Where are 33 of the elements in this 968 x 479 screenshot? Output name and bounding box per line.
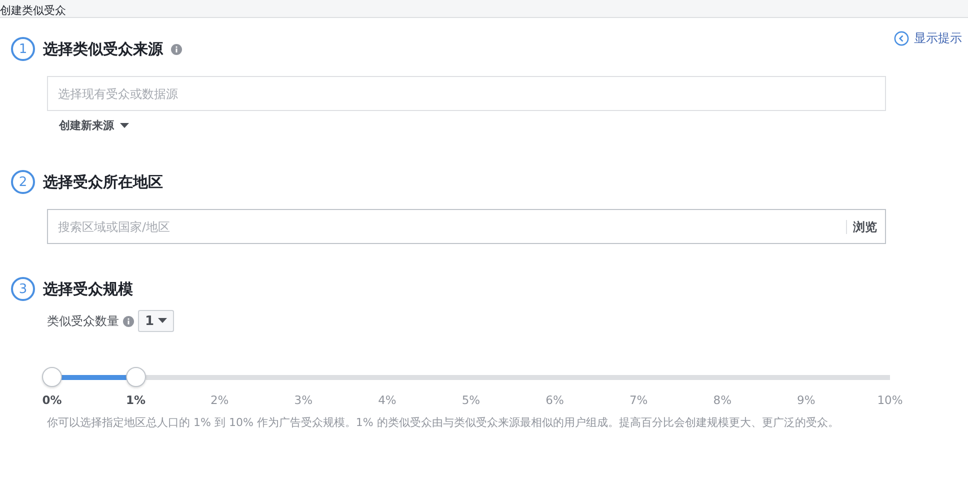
tick-label: 10% [876,393,904,407]
info-icon[interactable] [123,316,134,326]
search-field[interactable]: 搜索区域或国家/地区 浏览 [47,209,886,244]
step-number: 1 [11,37,35,61]
input-field[interactable]: 选择现有受众或数据源 [48,77,885,110]
chevron-circle-icon [894,31,909,46]
tick-label: 3% [293,393,314,407]
description-text: 你可以选择指定地区总人口的 1% 到 10% 作为广告受众规模。1% 的类似受众由与类似受众来源最相似的用户组成。提高百分比会创建规模更大、更广泛的受众。 [47,415,840,431]
tick-label: 5% [460,393,482,407]
step-title: 选择类似受众来源 [43,40,163,58]
count-dropdown[interactable]: 1 [138,310,174,332]
step-title: 选择受众规模 [43,280,133,298]
field-label: 类似受众数量 [47,312,119,330]
info-icon[interactable] [171,44,182,54]
step-number: 3 [11,277,35,301]
slider-handle[interactable] [126,367,146,387]
show-hints-button[interactable]: 显示提示 [894,30,962,47]
tick-label: 9% [796,393,816,407]
tick-label: 7% [628,393,649,407]
step-title: 选择受众所在地区 [43,172,163,192]
window-title: 创建类似受众 [0,4,66,17]
caret-icon [120,122,129,128]
step-number: 2 [11,170,35,194]
tick-label: 2% [209,393,230,407]
tick-label: 4% [377,393,398,407]
create-source-dropdown[interactable]: 创建新来源 [47,118,129,133]
caret-icon [158,318,168,324]
slider-handle[interactable] [42,367,62,387]
tick-label: 8% [712,393,732,407]
tick-label: 6% [544,393,565,407]
tick-label: 0% [41,393,63,407]
tick-label: 1% [125,393,147,407]
browse-button[interactable]: 浏览 [846,220,883,234]
